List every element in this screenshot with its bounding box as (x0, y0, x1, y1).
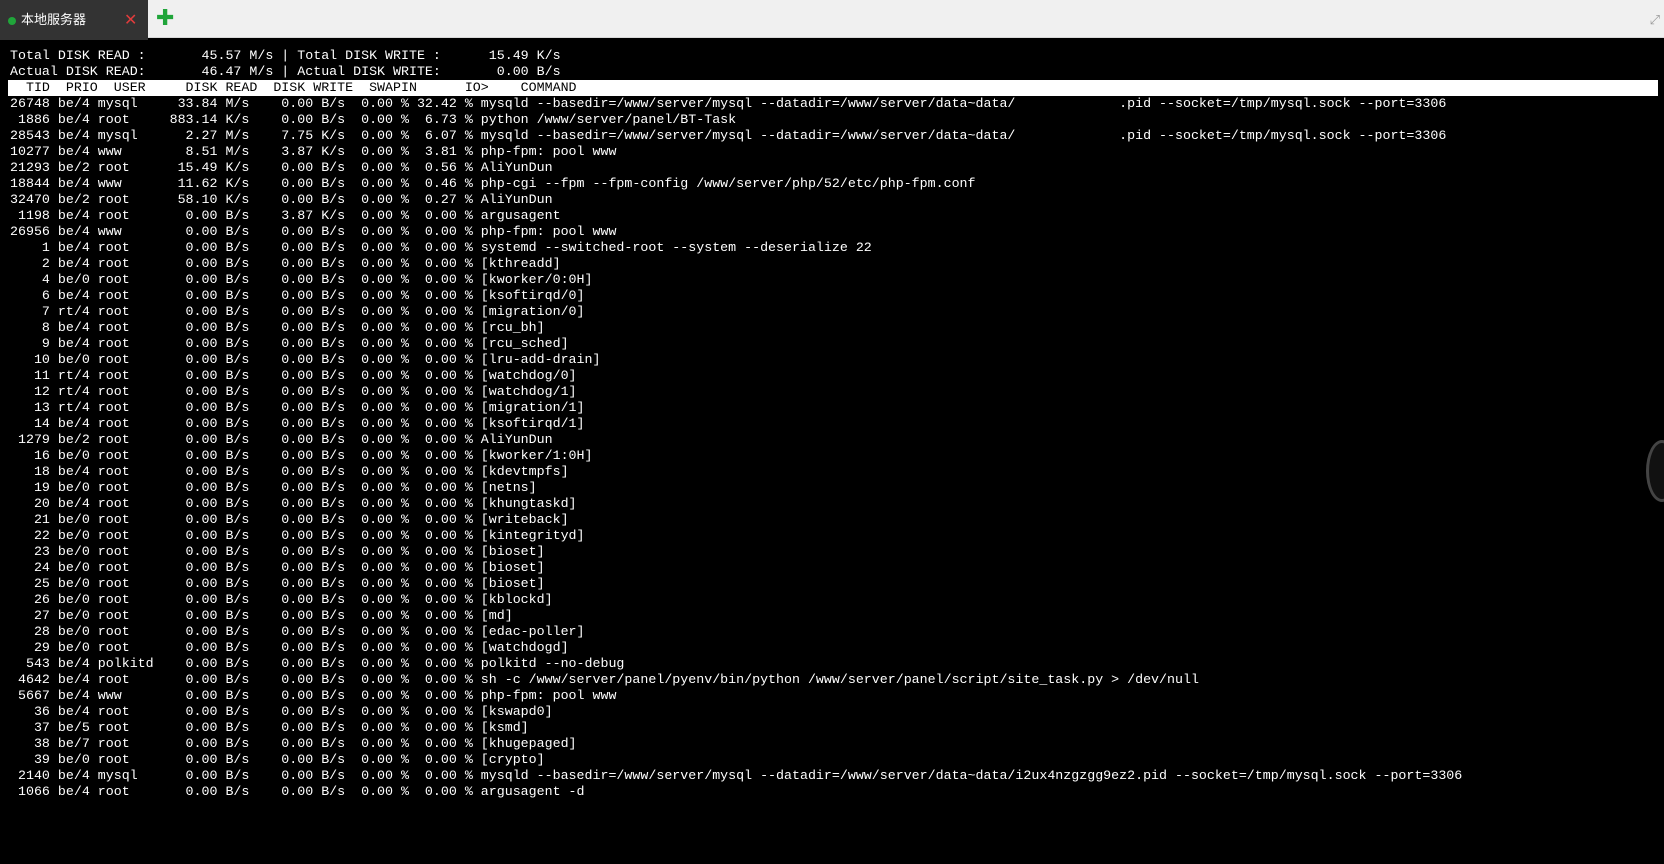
summary-line-total: Total DISK READ : 45.57 M/s | Total DISK… (10, 48, 561, 63)
process-row: 1198 be/4 root 0.00 B/s 3.87 K/s 0.00 % … (10, 208, 561, 223)
process-row: 2 be/4 root 0.00 B/s 0.00 B/s 0.00 % 0.0… (10, 256, 561, 271)
process-list: 26748 be/4 mysql 33.84 M/s 0.00 B/s 0.00… (10, 96, 1462, 800)
process-row: 23 be/0 root 0.00 B/s 0.00 B/s 0.00 % 0.… (10, 544, 545, 559)
process-row: 28 be/0 root 0.00 B/s 0.00 B/s 0.00 % 0.… (10, 624, 585, 639)
scroll-handle[interactable] (1646, 440, 1664, 502)
process-row: 12 rt/4 root 0.00 B/s 0.00 B/s 0.00 % 0.… (10, 384, 577, 399)
process-row: 20 be/4 root 0.00 B/s 0.00 B/s 0.00 % 0.… (10, 496, 577, 511)
process-row: 18844 be/4 www 11.62 K/s 0.00 B/s 0.00 %… (10, 176, 976, 191)
tab-bar: 本地服务器 ✕ ✚ ⤢ (0, 0, 1664, 42)
process-row: 9 be/4 root 0.00 B/s 0.00 B/s 0.00 % 0.0… (10, 336, 569, 351)
process-row: 14 be/4 root 0.00 B/s 0.00 B/s 0.00 % 0.… (10, 416, 585, 431)
process-row: 4642 be/4 root 0.00 B/s 0.00 B/s 0.00 % … (10, 672, 1199, 687)
process-row: 21293 be/2 root 15.49 K/s 0.00 B/s 0.00 … (10, 160, 553, 175)
process-row: 8 be/4 root 0.00 B/s 0.00 B/s 0.00 % 0.0… (10, 320, 545, 335)
process-row: 11 rt/4 root 0.00 B/s 0.00 B/s 0.00 % 0.… (10, 368, 577, 383)
process-row: 1279 be/2 root 0.00 B/s 0.00 B/s 0.00 % … (10, 432, 553, 447)
process-row: 27 be/0 root 0.00 B/s 0.00 B/s 0.00 % 0.… (10, 608, 513, 623)
add-tab-button[interactable]: ✚ (156, 6, 174, 32)
process-row: 29 be/0 root 0.00 B/s 0.00 B/s 0.00 % 0.… (10, 640, 569, 655)
process-row: 28543 be/4 mysql 2.27 M/s 7.75 K/s 0.00 … (10, 128, 1447, 143)
process-row: 1886 be/4 root 883.14 K/s 0.00 B/s 0.00 … (10, 112, 737, 127)
status-dot (8, 17, 16, 25)
terminal-screen[interactable]: Total DISK READ : 45.57 M/s | Total DISK… (0, 40, 1664, 864)
process-row: 13 rt/4 root 0.00 B/s 0.00 B/s 0.00 % 0.… (10, 400, 585, 415)
tab-title: 本地服务器 (21, 13, 87, 28)
process-row: 22 be/0 root 0.00 B/s 0.00 B/s 0.00 % 0.… (10, 528, 585, 543)
process-row: 38 be/7 root 0.00 B/s 0.00 B/s 0.00 % 0.… (10, 736, 577, 751)
process-row: 7 rt/4 root 0.00 B/s 0.00 B/s 0.00 % 0.0… (10, 304, 585, 319)
process-row: 10 be/0 root 0.00 B/s 0.00 B/s 0.00 % 0.… (10, 352, 601, 367)
process-row: 10277 be/4 www 8.51 M/s 3.87 K/s 0.00 % … (10, 144, 617, 159)
tab-local-server[interactable]: 本地服务器 ✕ (0, 0, 148, 42)
process-row: 6 be/4 root 0.00 B/s 0.00 B/s 0.00 % 0.0… (10, 288, 585, 303)
process-row: 24 be/0 root 0.00 B/s 0.00 B/s 0.00 % 0.… (10, 560, 545, 575)
process-row: 2140 be/4 mysql 0.00 B/s 0.00 B/s 0.00 %… (10, 768, 1463, 783)
process-row: 26748 be/4 mysql 33.84 M/s 0.00 B/s 0.00… (10, 96, 1447, 111)
process-row: 16 be/0 root 0.00 B/s 0.00 B/s 0.00 % 0.… (10, 448, 593, 463)
process-row: 39 be/0 root 0.00 B/s 0.00 B/s 0.00 % 0.… (10, 752, 545, 767)
process-row: 18 be/4 root 0.00 B/s 0.00 B/s 0.00 % 0.… (10, 464, 569, 479)
process-row: 26956 be/4 www 0.00 B/s 0.00 B/s 0.00 % … (10, 224, 617, 239)
summary-line-actual: Actual DISK READ: 46.47 M/s | Actual DIS… (10, 64, 561, 79)
iotop-summary: Total DISK READ : 45.57 M/s | Total DISK… (10, 48, 561, 80)
process-row: 37 be/5 root 0.00 B/s 0.00 B/s 0.00 % 0.… (10, 720, 529, 735)
process-row: 19 be/0 root 0.00 B/s 0.00 B/s 0.00 % 0.… (10, 480, 537, 495)
process-row: 25 be/0 root 0.00 B/s 0.00 B/s 0.00 % 0.… (10, 576, 545, 591)
process-row: 1 be/4 root 0.00 B/s 0.00 B/s 0.00 % 0.0… (10, 240, 872, 255)
close-icon[interactable]: ✕ (124, 10, 137, 30)
process-row: 5667 be/4 www 0.00 B/s 0.00 B/s 0.00 % 0… (10, 688, 617, 703)
process-row: 1066 be/4 root 0.00 B/s 0.00 B/s 0.00 % … (10, 784, 585, 799)
process-row: 36 be/4 root 0.00 B/s 0.00 B/s 0.00 % 0.… (10, 704, 553, 719)
process-row: 32470 be/2 root 58.10 K/s 0.00 B/s 0.00 … (10, 192, 553, 207)
process-row: 543 be/4 polkitd 0.00 B/s 0.00 B/s 0.00 … (10, 656, 625, 671)
process-row: 26 be/0 root 0.00 B/s 0.00 B/s 0.00 % 0.… (10, 592, 553, 607)
expand-icon[interactable]: ⤢ (1650, 14, 1660, 28)
column-header-bar: TID PRIO USER DISK READ DISK WRITE SWAPI… (8, 80, 1658, 96)
column-header: TID PRIO USER DISK READ DISK WRITE SWAPI… (10, 80, 577, 95)
process-row: 21 be/0 root 0.00 B/s 0.00 B/s 0.00 % 0.… (10, 512, 569, 527)
process-row: 4 be/0 root 0.00 B/s 0.00 B/s 0.00 % 0.0… (10, 272, 593, 287)
